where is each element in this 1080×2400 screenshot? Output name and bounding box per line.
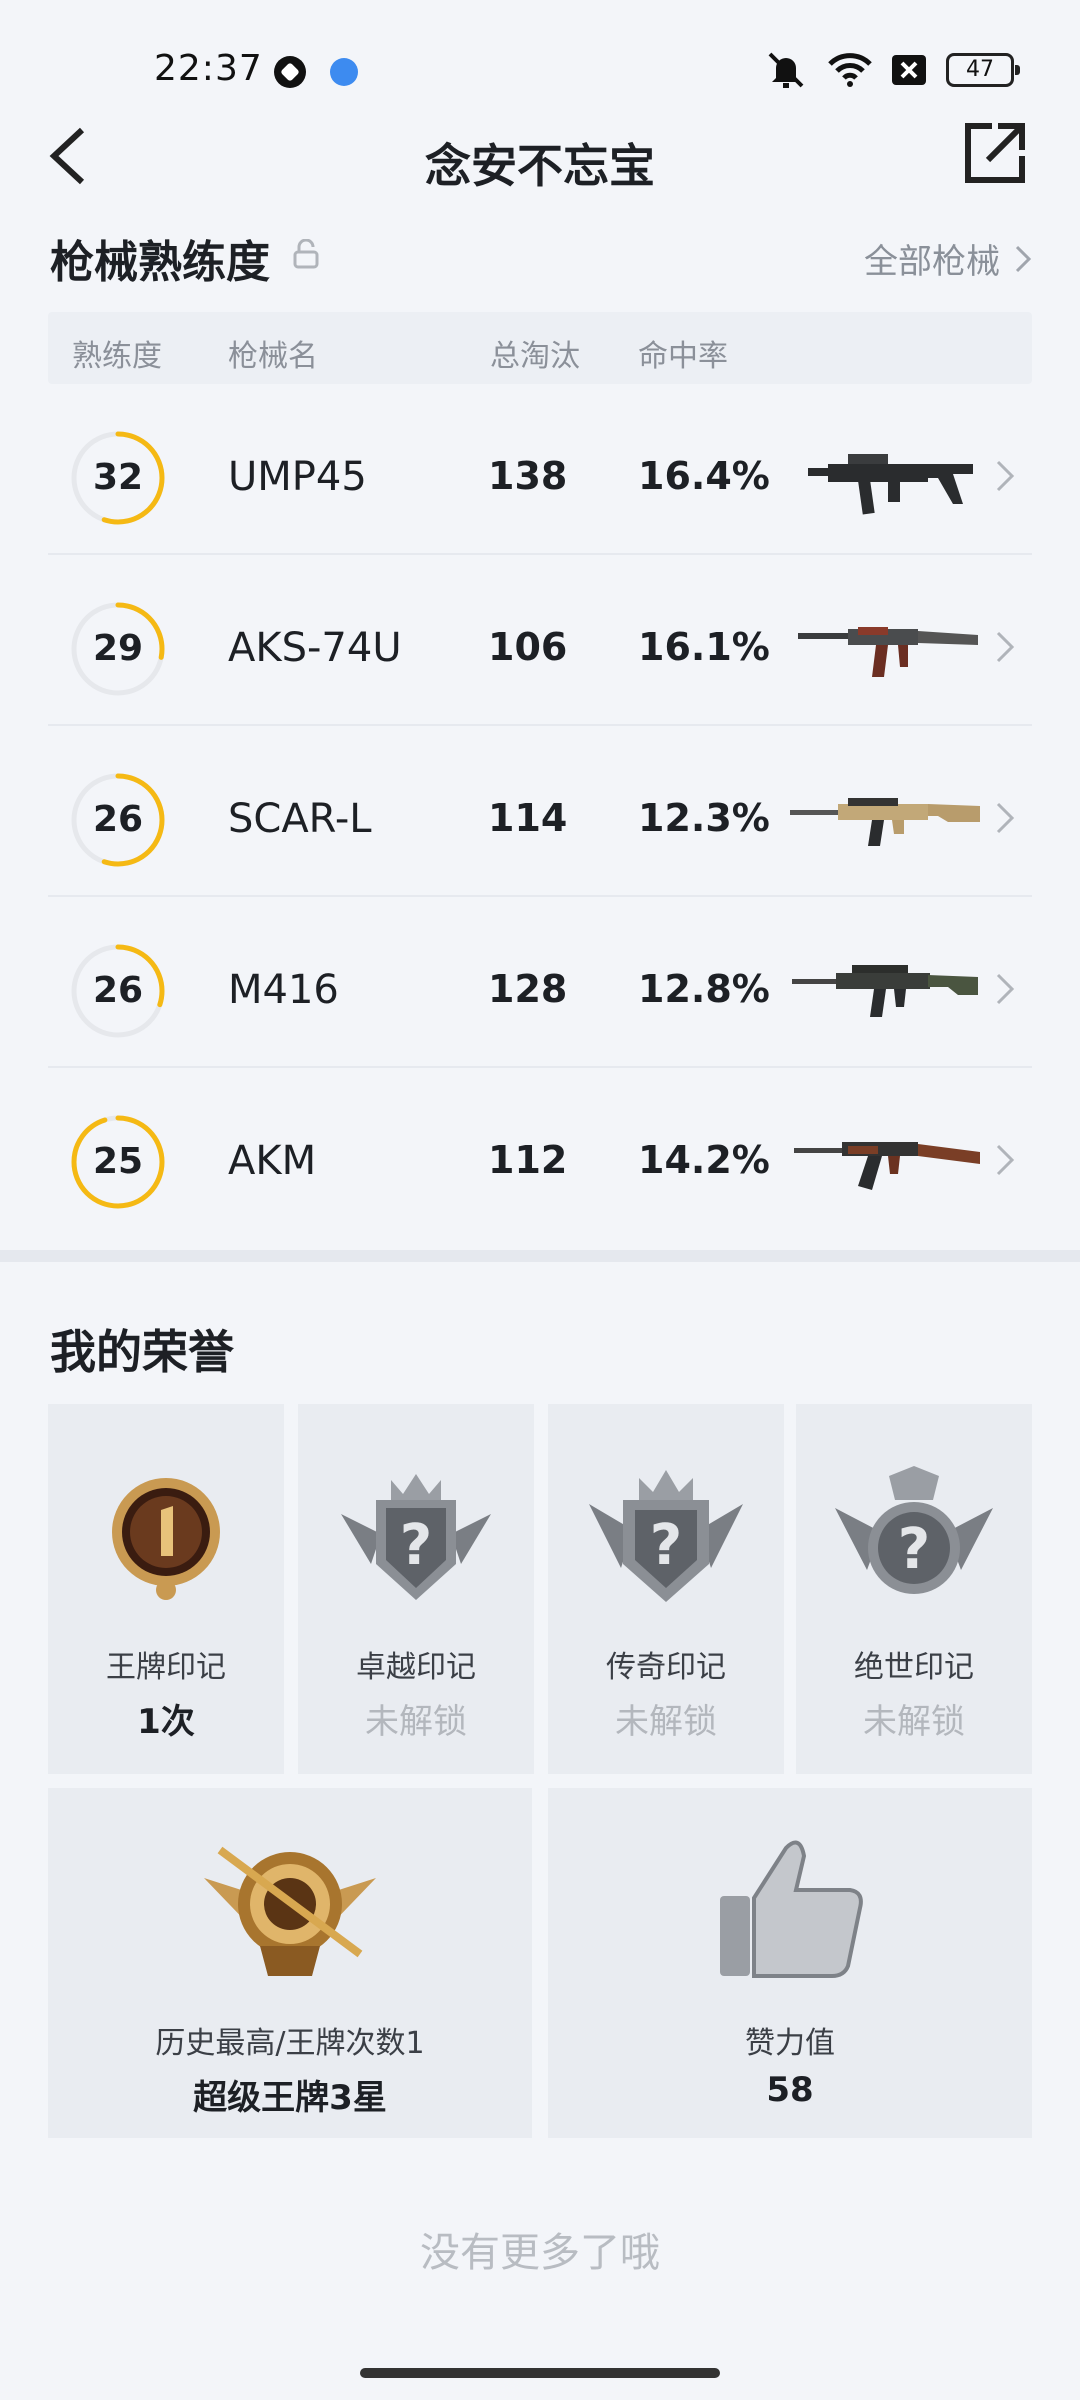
legend-mark-card[interactable]: ? 传奇印记 未解锁 xyxy=(548,1404,784,1774)
badge-name: 传奇印记 xyxy=(606,1650,726,1685)
weapon-kills: 114 xyxy=(488,796,568,840)
weapon-name: SCAR-L xyxy=(228,796,372,842)
honors-title: 我的荣誉 xyxy=(50,1325,234,1379)
weapon-accuracy: 12.8% xyxy=(638,967,770,1011)
weapon-kills: 128 xyxy=(488,967,568,1011)
mastery-level: 25 xyxy=(92,1141,144,1182)
mastery-level: 26 xyxy=(92,799,144,840)
app-notification-icon xyxy=(274,56,306,88)
ace-emblem-icon xyxy=(204,1846,376,1976)
rifle-image xyxy=(792,965,978,1017)
chevron-right-icon xyxy=(996,1144,1015,1176)
battery-icon: 47 xyxy=(946,53,1020,87)
highest-tier-card[interactable]: 历史最高/王牌次数1 超级王牌3星 xyxy=(48,1788,532,2138)
weapon-row-aks74u[interactable]: 29 AKS-74U 106 16.1% xyxy=(48,555,1032,726)
badge-value: 未解锁 xyxy=(365,1702,467,1742)
weapon-name: AKS-74U xyxy=(228,625,402,671)
mastery-level: 26 xyxy=(92,970,144,1011)
badge-value: 未解锁 xyxy=(615,1702,717,1742)
chevron-right-icon xyxy=(996,460,1015,492)
all-weapons-link[interactable]: 全部枪械 xyxy=(864,234,1032,283)
highest-tier-label: 历史最高/王牌次数1 xyxy=(155,2026,425,2061)
top-bar: 念安不忘宝 xyxy=(0,110,1080,202)
weapon-row-m416[interactable]: 26 M416 128 12.8% xyxy=(48,897,1032,1068)
ace-medal-icon xyxy=(112,1478,220,1600)
peerless-mark-card[interactable]: ? 绝世印记 未解锁 xyxy=(796,1404,1032,1774)
all-weapons-label: 全部枪械 xyxy=(864,242,1000,282)
sim-x-icon xyxy=(892,55,926,85)
weapon-table-header: 熟练度 枪械名 总淘汰 命中率 xyxy=(48,312,1032,384)
likes-label: 赞力值 xyxy=(745,2026,835,2061)
weapon-name: M416 xyxy=(228,967,339,1013)
excellence-mark-card[interactable]: ? 卓越印记 未解锁 xyxy=(298,1404,534,1774)
badge-value: 未解锁 xyxy=(863,1702,965,1742)
weapon-accuracy: 14.2% xyxy=(638,1138,770,1182)
chevron-right-icon xyxy=(996,631,1015,663)
end-of-list-text: 没有更多了哦 xyxy=(420,2230,660,2276)
mastery-level: 29 xyxy=(92,628,144,669)
chevron-right-icon xyxy=(1015,245,1032,272)
locked-crown-badge-icon: ? xyxy=(835,1466,993,1594)
weapon-accuracy: 16.1% xyxy=(638,625,770,669)
svg-text:?: ? xyxy=(400,1513,432,1578)
thumbs-up-icon xyxy=(720,1840,863,1978)
weapon-row-akm[interactable]: 25 AKM 112 14.2% xyxy=(48,1068,1032,1239)
likes-card[interactable]: 赞力值 58 xyxy=(548,1788,1032,2138)
wifi-icon xyxy=(828,53,872,87)
rifle-image xyxy=(798,627,978,677)
weapon-row-ump45[interactable]: 32 UMP45 138 16.4% xyxy=(48,384,1032,555)
rifle-image xyxy=(794,1142,980,1190)
weapon-accuracy: 16.4% xyxy=(638,454,770,498)
weapon-list: 32 UMP45 138 16.4% 29 AKS-74U 106 16.1% xyxy=(48,384,1032,1239)
weapon-name: UMP45 xyxy=(228,454,367,500)
svg-text:?: ? xyxy=(650,1513,682,1578)
badge-name: 绝世印记 xyxy=(854,1650,974,1685)
ace-mark-card[interactable]: 王牌印记 1次 xyxy=(48,1404,284,1774)
column-accuracy: 命中率 xyxy=(638,339,728,374)
mastery-level: 32 xyxy=(92,457,144,498)
mute-bell-icon xyxy=(768,52,804,88)
weapon-accuracy: 12.3% xyxy=(638,796,770,840)
weapon-name: AKM xyxy=(228,1138,317,1184)
chevron-right-icon xyxy=(996,973,1015,1005)
share-icon[interactable] xyxy=(962,120,1028,186)
chevron-right-icon xyxy=(996,802,1015,834)
weapon-kills: 106 xyxy=(488,625,568,669)
locked-crown-badge-icon: ? xyxy=(341,1474,491,1600)
weapon-row-scarl[interactable]: 26 SCAR-L 114 12.3% xyxy=(48,726,1032,897)
rifle-image xyxy=(790,798,980,846)
badge-value: 1次 xyxy=(137,1702,195,1742)
svg-text:?: ? xyxy=(898,1517,930,1582)
unlock-icon[interactable] xyxy=(293,239,319,269)
section-divider xyxy=(0,1250,1080,1262)
page-title: 念安不忘宝 xyxy=(425,139,655,193)
app-notification-dot-icon xyxy=(330,58,358,86)
highest-tier-value: 超级王牌3星 xyxy=(193,2078,387,2118)
column-weapon-name: 枪械名 xyxy=(228,339,318,374)
likes-value: 58 xyxy=(766,2070,814,2110)
badge-name: 王牌印记 xyxy=(106,1650,226,1685)
weapon-section-header: 枪械熟练度 全部枪械 xyxy=(50,226,1032,288)
locked-crown-badge-icon: ? xyxy=(589,1470,743,1602)
badge-name: 卓越印记 xyxy=(356,1650,476,1685)
column-kills: 总淘汰 xyxy=(490,339,580,374)
weapon-kills: 112 xyxy=(488,1138,568,1182)
smg-image xyxy=(808,454,973,515)
weapon-section-title: 枪械熟练度 xyxy=(50,237,270,288)
home-indicator[interactable] xyxy=(360,2368,720,2378)
column-mastery: 熟练度 xyxy=(72,339,162,374)
weapon-kills: 138 xyxy=(488,454,568,498)
status-time: 22:37 xyxy=(154,48,263,89)
